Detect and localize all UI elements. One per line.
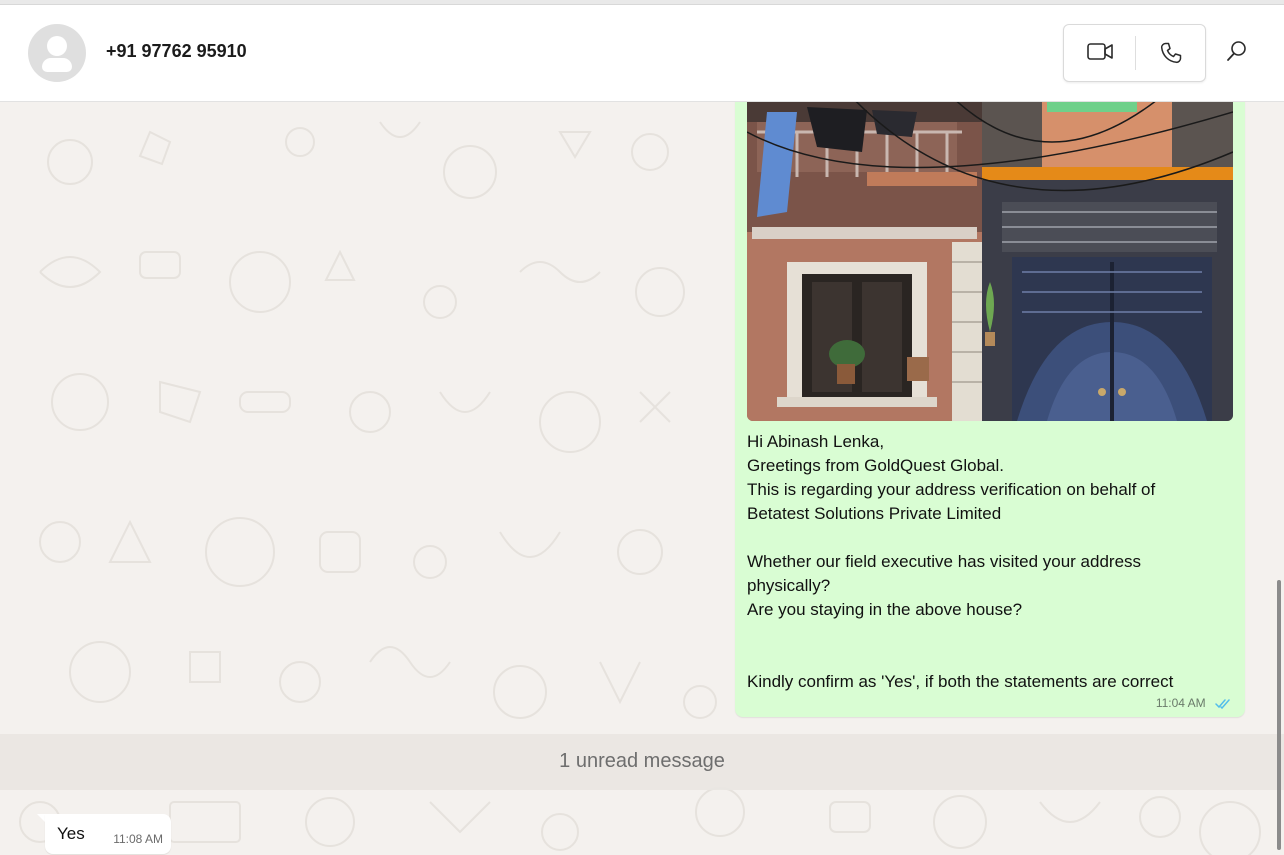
video-camera-icon: [1087, 43, 1113, 60]
message-time: 11:04 AM: [1155, 696, 1206, 710]
message-line: Whether our field executive has visited …: [747, 552, 1142, 571]
double-check-icon: [1215, 699, 1230, 710]
voice-call-button[interactable]: [1136, 25, 1206, 81]
chat-scrollbar[interactable]: [1277, 580, 1281, 850]
unread-divider-label: 1 unread message: [559, 750, 725, 772]
outgoing-message-text: Hi Abinash Lenka, Greetings from GoldQue…: [747, 430, 1227, 694]
message-line: This is regarding your address verificat…: [747, 480, 1156, 499]
message-line: physically?: [747, 576, 831, 595]
message-line: Greetings from GoldQuest Global.: [747, 456, 1005, 475]
chat-header: +91 97762 95910: [0, 5, 1284, 102]
phone-icon: [1160, 42, 1182, 64]
chat-area[interactable]: Hi Abinash Lenka, Greetings from GoldQue…: [0, 102, 1284, 855]
message-line: Kindly confirm as 'Yes', if both the sta…: [747, 672, 1174, 691]
message-line: Hi Abinash Lenka,: [747, 432, 885, 451]
unread-divider: 1 unread message: [0, 734, 1284, 790]
incoming-message-text: Yes: [57, 824, 85, 843]
call-buttons-group: [1063, 24, 1206, 82]
message-time: 11:08 AM: [113, 832, 163, 846]
incoming-message-bubble[interactable]: Yes 11:08 AM: [45, 814, 171, 854]
search-icon: [1227, 41, 1246, 61]
contact-name[interactable]: +91 97762 95910: [106, 41, 247, 62]
search-button[interactable]: [1226, 40, 1260, 74]
outgoing-message-bubble[interactable]: Hi Abinash Lenka, Greetings from GoldQue…: [735, 102, 1245, 717]
house-photo[interactable]: [747, 102, 1233, 421]
message-line: Are you staying in the above house?: [747, 600, 1023, 619]
message-line: Betatest Solutions Private Limited: [747, 504, 1002, 523]
outgoing-message-meta: 11:04 AM: [1156, 696, 1231, 710]
contact-avatar[interactable]: [28, 24, 86, 82]
video-call-button[interactable]: [1064, 25, 1135, 81]
